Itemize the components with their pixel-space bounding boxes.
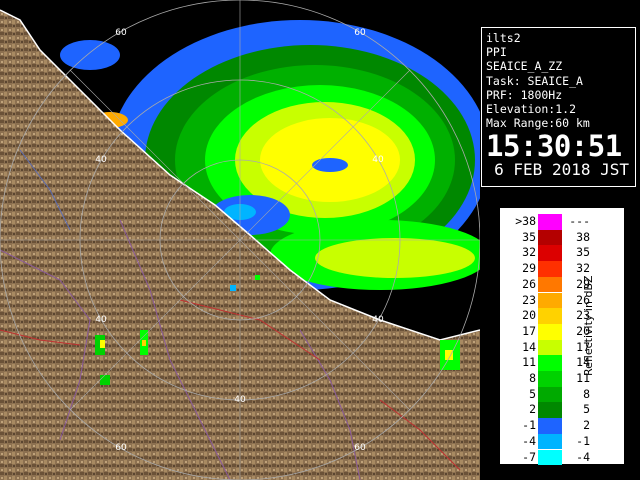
range-label: 40 — [95, 155, 107, 165]
legend-swatch — [538, 308, 562, 324]
legend-low-value: -4 — [522, 433, 536, 448]
legend-row: -7 -4 — [500, 449, 624, 466]
legend-swatch — [538, 245, 562, 262]
legend-swatch — [538, 355, 562, 371]
legend-high-value: -1 — [576, 433, 590, 448]
legend-swatch — [538, 292, 562, 309]
elevation-value: Elevation:1.2 — [486, 102, 577, 117]
legend-low-value: 5 — [529, 386, 536, 401]
legend-low-value: 20 — [522, 308, 536, 323]
range-label: 60 — [115, 28, 127, 38]
legend-low-value: 2 — [529, 402, 536, 417]
legend-low-value: 26 — [522, 276, 536, 291]
range-label: 40 — [95, 315, 107, 325]
range-label: 60 — [354, 443, 366, 453]
info-panel: ilts2 PPI SEAICE_A_ZZ Task: SEAICE_A PRF… — [481, 27, 636, 187]
legend-low-value: 32 — [522, 245, 536, 260]
legend-low-value: 23 — [522, 292, 536, 307]
legend-swatch — [538, 339, 562, 356]
legend-row: 14 17 — [500, 339, 624, 356]
range-label: 40 — [234, 395, 246, 405]
legend-row: 25 — [500, 402, 624, 419]
legend-high-value: 38 — [576, 229, 590, 244]
scan-time: 15:30:51 — [486, 129, 622, 164]
legend-swatch — [538, 261, 562, 277]
legend-swatch — [538, 323, 562, 340]
legend-swatch — [538, 433, 562, 450]
legend-high-value: --- — [569, 214, 590, 228]
legend-row: 26 29 — [500, 276, 624, 293]
range-label: 40 — [372, 155, 384, 165]
legend-row: 20 23 — [500, 308, 624, 324]
scan-mode: PPI — [486, 45, 507, 60]
legend-low-value: -1 — [522, 418, 536, 433]
legend-low-value: -7 — [522, 449, 536, 464]
legend-swatch — [538, 418, 562, 434]
legend-swatch — [538, 402, 562, 419]
legend-low-value: 17 — [522, 323, 536, 338]
range-label: 40 — [372, 315, 384, 325]
range-label: 60 — [354, 28, 366, 38]
legend-swatch — [538, 386, 562, 403]
reflectivity-legend: >38 --- 35 38 32 35 29 32 26 29 23 26 20 23 17 20 14 17 11… — [500, 208, 624, 466]
legend-swatch — [538, 449, 562, 466]
product-name: SEAICE_A_ZZ — [486, 59, 563, 74]
radar-ppi-map[interactable]: 60 40 40 40 60 40 40 60 60 — [0, 0, 480, 480]
legend-row: 32 35 — [500, 245, 624, 262]
legend-high-value: 2 — [583, 418, 590, 433]
legend-row: 58 — [500, 386, 624, 403]
legend-high-value: 8 — [583, 386, 590, 401]
legend-title: Reflectivity in dBZ — [582, 275, 595, 376]
legend-low-value: >38 — [515, 214, 536, 228]
legend-row: 23 26 — [500, 292, 624, 309]
legend-low-value: 14 — [522, 339, 536, 354]
legend-row: >38 --- — [500, 214, 624, 230]
legend-swatch — [538, 276, 562, 293]
legend-high-value: -4 — [576, 449, 590, 464]
legend-row: -4 -1 — [500, 433, 624, 450]
legend-low-value: 35 — [522, 229, 536, 244]
station-name: ilts2 — [486, 31, 521, 45]
legend-row: -1 2 — [500, 418, 624, 434]
legend-swatch — [538, 214, 562, 230]
azimuth-lines — [0, 0, 480, 480]
range-label: 60 — [115, 443, 127, 453]
legend-swatch — [538, 371, 562, 387]
prf-value: PRF: 1800Hz — [486, 87, 563, 102]
legend-row: 17 20 — [500, 323, 624, 340]
legend-row: 35 38 — [500, 229, 624, 246]
legend-low-value: 8 — [529, 371, 536, 385]
legend-swatch — [538, 229, 562, 246]
scan-date: 6 FEB 2018 JST — [494, 160, 629, 180]
legend-low-value: 11 — [522, 355, 536, 370]
legend-high-value: 5 — [583, 402, 590, 417]
legend-row: 8 11 — [500, 371, 624, 387]
legend-row: 11 14 — [500, 355, 624, 371]
legend-low-value: 29 — [522, 261, 536, 276]
task-name: Task: SEAICE_A — [486, 73, 583, 88]
legend-row: 29 32 — [500, 261, 624, 277]
legend-high-value: 35 — [576, 245, 590, 260]
max-range-value: Max Range:60 km — [486, 116, 590, 131]
